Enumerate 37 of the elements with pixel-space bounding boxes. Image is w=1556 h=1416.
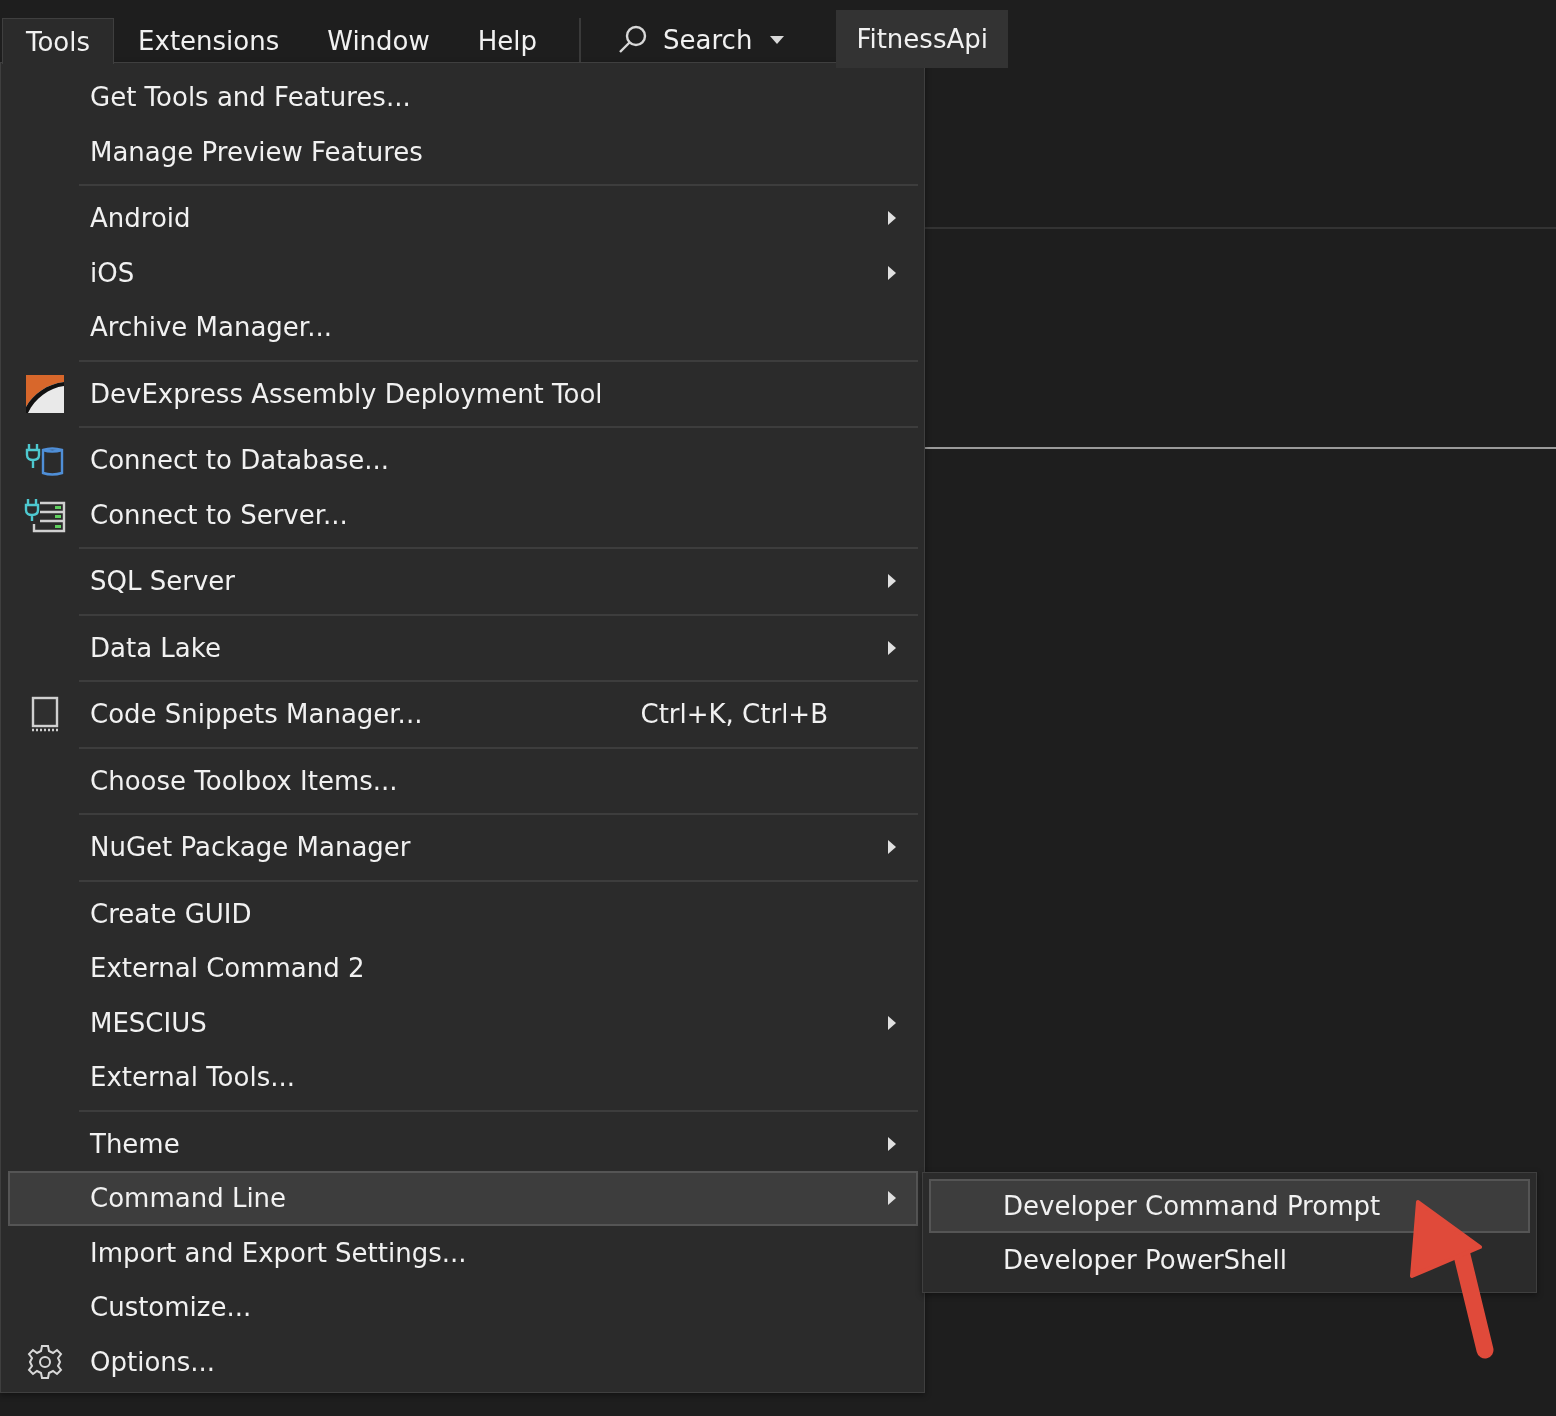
menu-item[interactable]: SQL Server [8,554,918,609]
menu-item[interactable]: Android [8,191,918,246]
shortcut-text: Ctrl+K, Ctrl+B [640,699,829,730]
menu-item[interactable]: Theme [8,1116,918,1171]
menu-item[interactable]: Archive Manager... [8,300,918,355]
menu-item[interactable]: Choose Toolbox Items... [8,753,918,808]
dotted-frame-icon [31,697,59,732]
menu-bar-item[interactable]: Help [453,18,562,62]
menu-item[interactable]: Create GUID [8,886,918,941]
menu-item[interactable]: Developer Command Prompt [929,1179,1530,1233]
menu-bar-item[interactable]: Extensions [114,18,304,62]
plug-server-icon [24,497,66,532]
menu-item[interactable]: MESCIUS [8,995,918,1050]
solution-title: FitnessApi [836,10,1008,68]
menu-item[interactable]: Data Lake [8,620,918,675]
menu-item[interactable]: External Command 2 [8,941,918,996]
menu-item[interactable]: iOS [8,245,918,300]
settings-icon [27,1344,63,1379]
menu-item[interactable]: Customize... [8,1280,918,1335]
menu-item[interactable]: Connect to Server... [8,487,918,542]
menu-item[interactable]: Connect to Database... [8,433,918,488]
menu-item[interactable]: Import and Export Settings... [8,1225,918,1280]
menu-item[interactable]: Options... [8,1334,918,1389]
menu-item[interactable]: Developer PowerShell [929,1233,1530,1287]
menu-bar-item[interactable]: Tools [2,18,115,64]
menu-item[interactable]: External Tools... [8,1050,918,1105]
search-button[interactable]: Search [597,18,805,62]
swoosh-logo-icon [26,374,64,413]
menu-item[interactable]: Manage Preview Features [8,124,918,179]
menu-bar-item[interactable]: Window [303,18,454,62]
menu-item[interactable]: NuGet Package Manager [8,820,918,875]
caret-icon [770,36,785,44]
menu-item[interactable]: Code Snippets Manager... Ctrl+K, Ctrl+B [8,687,918,742]
plug-database-icon [25,443,64,476]
menu-item[interactable]: Command Line [8,1171,918,1226]
menu-item[interactable]: Get Tools and Features... [8,70,918,125]
menu-item[interactable]: DevExpress Assembly Deployment Tool [8,366,918,421]
